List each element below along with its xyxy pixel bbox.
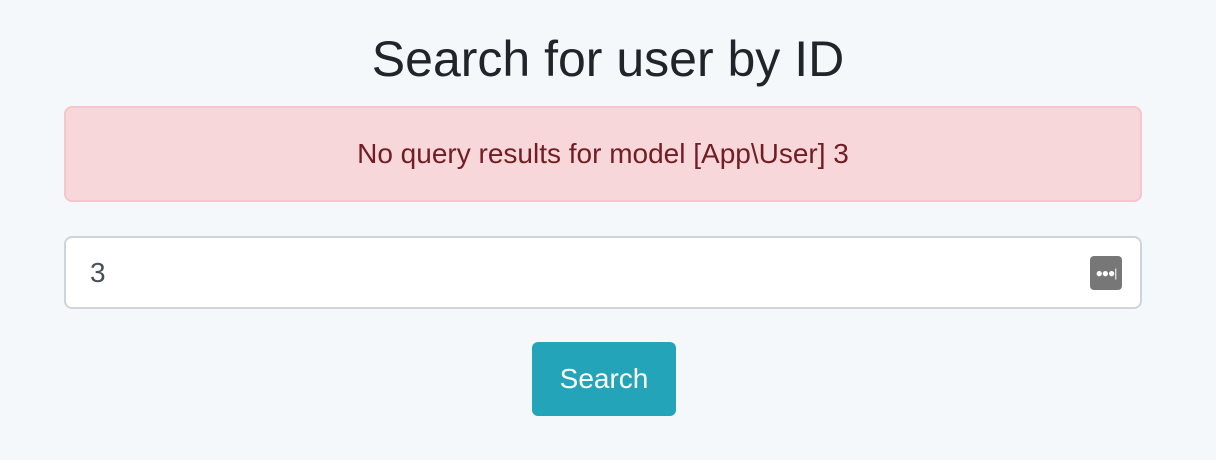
error-message: No query results for model [App\User] 3 [357, 138, 849, 169]
input-value: 3 [90, 256, 106, 288]
search-button[interactable]: Search [532, 342, 676, 416]
page-title: Search for user by ID [371, 31, 845, 87]
user-id-input[interactable]: 3 ●●●| [64, 236, 1142, 309]
error-alert: No query results for model [App\User] 3 [64, 106, 1142, 202]
password-manager-icon[interactable]: ●●●| [1090, 256, 1122, 290]
